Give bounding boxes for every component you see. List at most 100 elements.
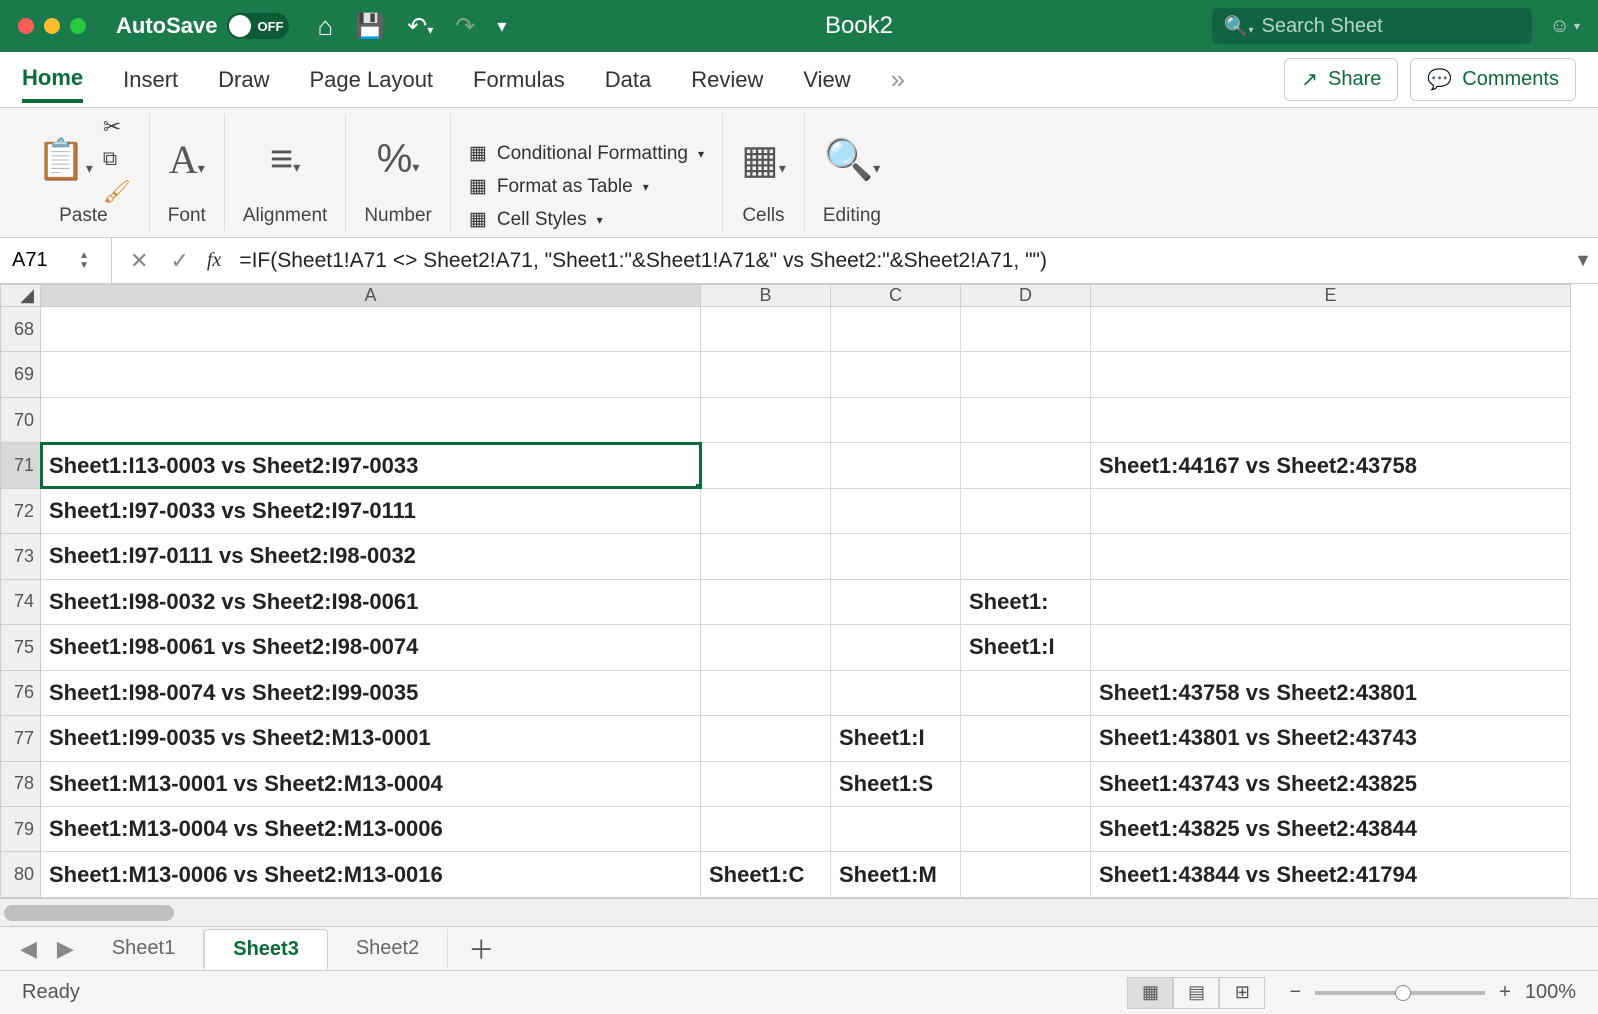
cell-B80[interactable]: Sheet1:C (701, 852, 831, 898)
editing-icon[interactable]: 🔍▾ (823, 136, 880, 183)
cell-D71[interactable] (961, 443, 1091, 488)
cell-A73[interactable]: Sheet1:I97-0111 vs Sheet2:I98-0032 (41, 534, 701, 579)
page-layout-view-icon[interactable]: ▤ (1173, 977, 1219, 1009)
cell-C79[interactable] (831, 806, 961, 851)
cell-C77[interactable]: Sheet1:I (831, 716, 961, 761)
add-sheet-icon[interactable]: ＋ (448, 930, 514, 967)
column-header-B[interactable]: B (701, 285, 831, 307)
cell-E71[interactable]: Sheet1:44167 vs Sheet2:43758 (1091, 443, 1571, 488)
cell-E79[interactable]: Sheet1:43825 vs Sheet2:43844 (1091, 806, 1571, 851)
format-painter-icon[interactable]: 🖌 (103, 179, 131, 205)
undo-icon[interactable]: ↶▾ (407, 12, 433, 41)
cell-C74[interactable] (831, 579, 961, 624)
cell-A78[interactable]: Sheet1:M13-0001 vs Sheet2:M13-0004 (41, 761, 701, 806)
tab-view[interactable]: View (803, 59, 850, 101)
sheet-tab-sheet2[interactable]: Sheet2 (328, 929, 448, 968)
cell-C68[interactable] (831, 307, 961, 352)
cell-E70[interactable] (1091, 397, 1571, 442)
cell-D69[interactable] (961, 352, 1091, 397)
search-box[interactable]: 🔍▾ Search Sheet (1212, 8, 1532, 44)
row-header-77[interactable]: 77 (1, 716, 41, 761)
cell-D78[interactable] (961, 761, 1091, 806)
cell-E75[interactable] (1091, 625, 1571, 670)
row-header-73[interactable]: 73 (1, 534, 41, 579)
sheet-tab-sheet3[interactable]: Sheet3 (204, 929, 328, 969)
home-icon[interactable]: ⌂ (317, 11, 333, 42)
select-all-corner[interactable]: ◢ (1, 285, 41, 307)
zoom-slider[interactable] (1315, 991, 1485, 995)
normal-view-icon[interactable]: ▦ (1127, 977, 1173, 1009)
cells-icon[interactable]: ▦▾ (741, 137, 786, 183)
cell-C73[interactable] (831, 534, 961, 579)
row-header-69[interactable]: 69 (1, 352, 41, 397)
cell-A69[interactable] (41, 352, 701, 397)
cell-A68[interactable] (41, 307, 701, 352)
cell-C70[interactable] (831, 397, 961, 442)
cell-C71[interactable] (831, 443, 961, 488)
cell-B76[interactable] (701, 670, 831, 715)
share-button[interactable]: ↗ Share (1284, 58, 1398, 101)
formula-input[interactable]: =IF(Sheet1!A71 <> Sheet2!A71, "Sheet1:"&… (235, 249, 1568, 273)
tab-review[interactable]: Review (691, 59, 763, 101)
cell-C80[interactable]: Sheet1:M (831, 852, 961, 898)
number-icon[interactable]: %▾ (377, 137, 420, 182)
cell-D75[interactable]: Sheet1:I (961, 625, 1091, 670)
cell-D68[interactable] (961, 307, 1091, 352)
cell-D79[interactable] (961, 806, 1091, 851)
cell-B73[interactable] (701, 534, 831, 579)
prev-sheet-icon[interactable]: ◀ (10, 936, 47, 962)
cell-styles-button[interactable]: ▦Cell Styles ▾ (469, 208, 704, 231)
cell-C75[interactable] (831, 625, 961, 670)
cell-A79[interactable]: Sheet1:M13-0004 vs Sheet2:M13-0006 (41, 806, 701, 851)
cell-B77[interactable] (701, 716, 831, 761)
font-icon[interactable]: A▾ (169, 136, 205, 183)
cell-B79[interactable] (701, 806, 831, 851)
tab-draw[interactable]: Draw (218, 59, 269, 101)
cell-A75[interactable]: Sheet1:I98-0061 vs Sheet2:I98-0074 (41, 625, 701, 670)
alignment-icon[interactable]: ≡▾ (270, 137, 300, 182)
sheet-tab-sheet1[interactable]: Sheet1 (84, 929, 204, 968)
conditional-formatting-button[interactable]: ▦Conditional Formatting ▾ (469, 142, 704, 165)
format-as-table-button[interactable]: ▦Format as Table ▾ (469, 175, 704, 198)
row-header-71[interactable]: 71 (1, 443, 41, 488)
cell-D74[interactable]: Sheet1: (961, 579, 1091, 624)
cell-B70[interactable] (701, 397, 831, 442)
scrollbar-thumb[interactable] (4, 905, 174, 921)
cell-D80[interactable] (961, 852, 1091, 898)
row-header-79[interactable]: 79 (1, 806, 41, 851)
accept-formula-icon[interactable]: ✓ (170, 248, 188, 274)
cell-E77[interactable]: Sheet1:43801 vs Sheet2:43743 (1091, 716, 1571, 761)
row-header-76[interactable]: 76 (1, 670, 41, 715)
cell-B78[interactable] (701, 761, 831, 806)
cell-C78[interactable]: Sheet1:S (831, 761, 961, 806)
column-header-A[interactable]: A (41, 285, 701, 307)
horizontal-scrollbar[interactable] (0, 898, 1598, 926)
cell-C76[interactable] (831, 670, 961, 715)
tab-insert[interactable]: Insert (123, 59, 178, 101)
row-header-80[interactable]: 80 (1, 852, 41, 898)
redo-icon[interactable]: ↷ (455, 12, 475, 41)
cell-A74[interactable]: Sheet1:I98-0032 vs Sheet2:I98-0061 (41, 579, 701, 624)
cell-B75[interactable] (701, 625, 831, 670)
qat-customize-icon[interactable]: ▾ (497, 16, 506, 37)
expand-formula-bar-icon[interactable]: ▼ (1568, 250, 1598, 271)
cell-A72[interactable]: Sheet1:I97-0033 vs Sheet2:I97-0111 (41, 488, 701, 533)
cell-B69[interactable] (701, 352, 831, 397)
cell-B68[interactable] (701, 307, 831, 352)
cell-A71[interactable]: Sheet1:I13-0003 vs Sheet2:I97-0033 (41, 443, 701, 488)
cell-D73[interactable] (961, 534, 1091, 579)
cell-C72[interactable] (831, 488, 961, 533)
cell-A76[interactable]: Sheet1:I98-0074 vs Sheet2:I99-0035 (41, 670, 701, 715)
column-header-D[interactable]: D (961, 285, 1091, 307)
cell-E80[interactable]: Sheet1:43844 vs Sheet2:41794 (1091, 852, 1571, 898)
zoom-slider-thumb[interactable] (1395, 985, 1411, 1001)
cell-E74[interactable] (1091, 579, 1571, 624)
row-header-70[interactable]: 70 (1, 397, 41, 442)
cut-icon[interactable]: ✂ (103, 114, 131, 140)
fx-icon[interactable]: fx (207, 249, 221, 272)
cell-D77[interactable] (961, 716, 1091, 761)
cell-E78[interactable]: Sheet1:43743 vs Sheet2:43825 (1091, 761, 1571, 806)
zoom-control[interactable]: − + 100% (1289, 981, 1576, 1004)
cell-B74[interactable] (701, 579, 831, 624)
tab-formulas[interactable]: Formulas (473, 59, 565, 101)
